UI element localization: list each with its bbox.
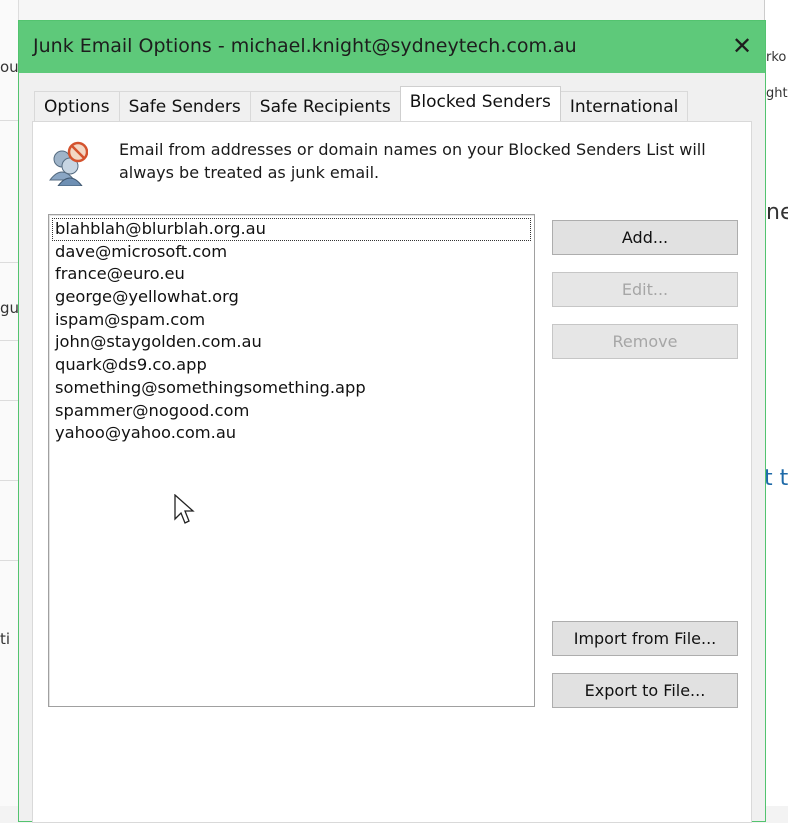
list-item[interactable]: something@somethingsomething.app [49, 377, 534, 400]
blocked-senders-description: Email from addresses or domain names on … [119, 140, 706, 182]
list-item[interactable]: quark@ds9.co.app [49, 354, 534, 377]
background-divider [0, 480, 18, 481]
background-divider [0, 340, 18, 341]
background-divider [0, 120, 18, 121]
close-icon: ✕ [731, 32, 753, 60]
tab-international[interactable]: International [559, 91, 689, 121]
list-item[interactable]: blahblah@blurblah.org.au [52, 218, 531, 241]
list-item[interactable]: yahoo@yahoo.com.au [49, 422, 534, 445]
edit-button[interactable]: Edit... [552, 272, 738, 307]
background-divider [0, 400, 18, 401]
background-text: rko [766, 50, 787, 65]
tab-strip: Options Safe Senders Safe Recipients Blo… [34, 86, 689, 121]
background-text: gu [0, 299, 20, 317]
list-item[interactable]: spammer@nogood.com [49, 400, 534, 423]
blocked-senders-panel: Email from addresses or domain names on … [32, 121, 752, 823]
list-item[interactable]: france@euro.eu [49, 263, 534, 286]
list-item[interactable]: john@staygolden.com.au [49, 331, 534, 354]
mouse-cursor-icon [174, 493, 198, 532]
background-text: ou [0, 58, 19, 76]
tab-safe-senders[interactable]: Safe Senders [118, 91, 251, 121]
blocked-senders-icon [48, 140, 89, 187]
tab-safe-recipients[interactable]: Safe Recipients [249, 91, 401, 121]
list-item[interactable]: dave@microsoft.com [49, 241, 534, 264]
import-from-file-button[interactable]: Import from File... [552, 621, 738, 656]
blocked-senders-list[interactable]: blahblah@blurblah.org.au dave@microsoft.… [48, 214, 535, 707]
background-window-top [0, 0, 788, 21]
background-right-pane [764, 0, 788, 806]
dialog-content: Options Safe Senders Safe Recipients Blo… [19, 73, 765, 823]
background-text: ti [0, 630, 11, 648]
background-divider [0, 560, 18, 561]
export-to-file-button[interactable]: Export to File... [552, 673, 738, 708]
close-button[interactable]: ✕ [727, 31, 757, 61]
tab-options[interactable]: Options [34, 91, 120, 121]
remove-button[interactable]: Remove [552, 324, 738, 359]
background-link: t t [764, 466, 788, 491]
add-button[interactable]: Add... [552, 220, 738, 255]
background-text: ne [766, 200, 788, 225]
list-item[interactable]: ispam@spam.com [49, 309, 534, 332]
title-bar: Junk Email Options - michael.knight@sydn… [19, 21, 765, 73]
background-divider [0, 262, 18, 263]
background-text: ght [766, 86, 788, 101]
dialog-title: Junk Email Options - michael.knight@sydn… [33, 35, 577, 57]
tab-blocked-senders[interactable]: Blocked Senders [399, 86, 561, 121]
junk-email-options-dialog: Junk Email Options - michael.knight@sydn… [18, 20, 766, 823]
list-item[interactable]: george@yellowhat.org [49, 286, 534, 309]
